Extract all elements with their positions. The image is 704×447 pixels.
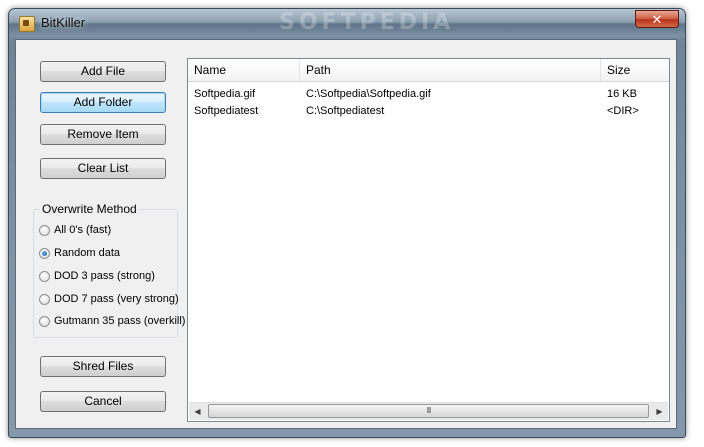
- remove-item-button[interactable]: Remove Item: [40, 124, 166, 145]
- radio-label: Random data: [54, 247, 121, 259]
- radio-label: Gutmann 35 pass (overkill): [54, 315, 186, 327]
- radio-button-icon[interactable]: [39, 315, 50, 327]
- radio-button-checked-icon[interactable]: [39, 247, 50, 259]
- file-list-header: Name Path Size: [188, 59, 669, 82]
- radio-label: DOD 7 pass (very strong): [54, 293, 179, 305]
- bitkiller-window: BitKiller SOFTPEDIA ✕ Add File Add Folde…: [8, 8, 686, 438]
- radio-button-icon[interactable]: [39, 293, 50, 305]
- close-button[interactable]: ✕: [635, 10, 679, 28]
- scroll-right-arrow-icon[interactable]: ▶: [651, 403, 668, 420]
- cell-path: C:\Softpediatest: [306, 105, 385, 117]
- radio-all-zeros[interactable]: All 0's (fast): [39, 222, 111, 238]
- radio-dod-3-pass[interactable]: DOD 3 pass (strong): [39, 268, 155, 284]
- overwrite-method-group: Overwrite Method All 0's (fast) Random d…: [33, 202, 185, 338]
- overwrite-method-label: Overwrite Method: [40, 202, 139, 216]
- radio-dod-7-pass[interactable]: DOD 7 pass (very strong): [39, 291, 179, 307]
- title-bar[interactable]: BitKiller SOFTPEDIA ✕: [9, 9, 685, 37]
- radio-gutmann-35-pass[interactable]: Gutmann 35 pass (overkill): [39, 313, 185, 329]
- radio-button-icon[interactable]: [39, 224, 50, 236]
- client-area: Add File Add Folder Remove Item Clear Li…: [15, 39, 677, 429]
- close-icon: ✕: [651, 12, 663, 27]
- cell-size: 16 KB: [607, 88, 637, 100]
- cell-path: C:\Softpedia\Softpedia.gif: [306, 88, 431, 100]
- table-row[interactable]: Softpedia.gif C:\Softpedia\Softpedia.gif…: [188, 86, 669, 102]
- radio-label: DOD 3 pass (strong): [54, 270, 155, 282]
- file-list[interactable]: Name Path Size Softpedia.gif C:\Softpedi…: [187, 58, 670, 422]
- cell-name: Softpedia.gif: [194, 88, 256, 100]
- horizontal-scrollbar[interactable]: ◀ III ▶: [189, 402, 668, 420]
- softpedia-watermark: SOFTPEDIA: [279, 10, 455, 35]
- cell-size: <DIR>: [607, 105, 639, 117]
- column-header-name[interactable]: Name: [188, 59, 300, 81]
- table-row[interactable]: Softpediatest C:\Softpediatest <DIR>: [188, 103, 669, 119]
- column-header-path[interactable]: Path: [300, 59, 601, 81]
- window-title: BitKiller: [41, 15, 86, 30]
- radio-random-data[interactable]: Random data: [39, 245, 120, 261]
- radio-label: All 0's (fast): [54, 224, 112, 236]
- scrollbar-thumb[interactable]: III: [208, 404, 649, 418]
- scroll-left-arrow-icon[interactable]: ◀: [189, 403, 206, 420]
- cell-name: Softpediatest: [194, 105, 259, 117]
- add-file-button[interactable]: Add File: [40, 61, 166, 82]
- add-folder-button[interactable]: Add Folder: [40, 92, 166, 113]
- radio-button-icon[interactable]: [39, 270, 50, 282]
- column-header-size[interactable]: Size: [601, 59, 669, 81]
- bitkiller-app-icon: [19, 16, 35, 32]
- shred-files-button[interactable]: Shred Files: [40, 356, 166, 377]
- clear-list-button[interactable]: Clear List: [40, 158, 166, 179]
- cancel-button[interactable]: Cancel: [40, 391, 166, 412]
